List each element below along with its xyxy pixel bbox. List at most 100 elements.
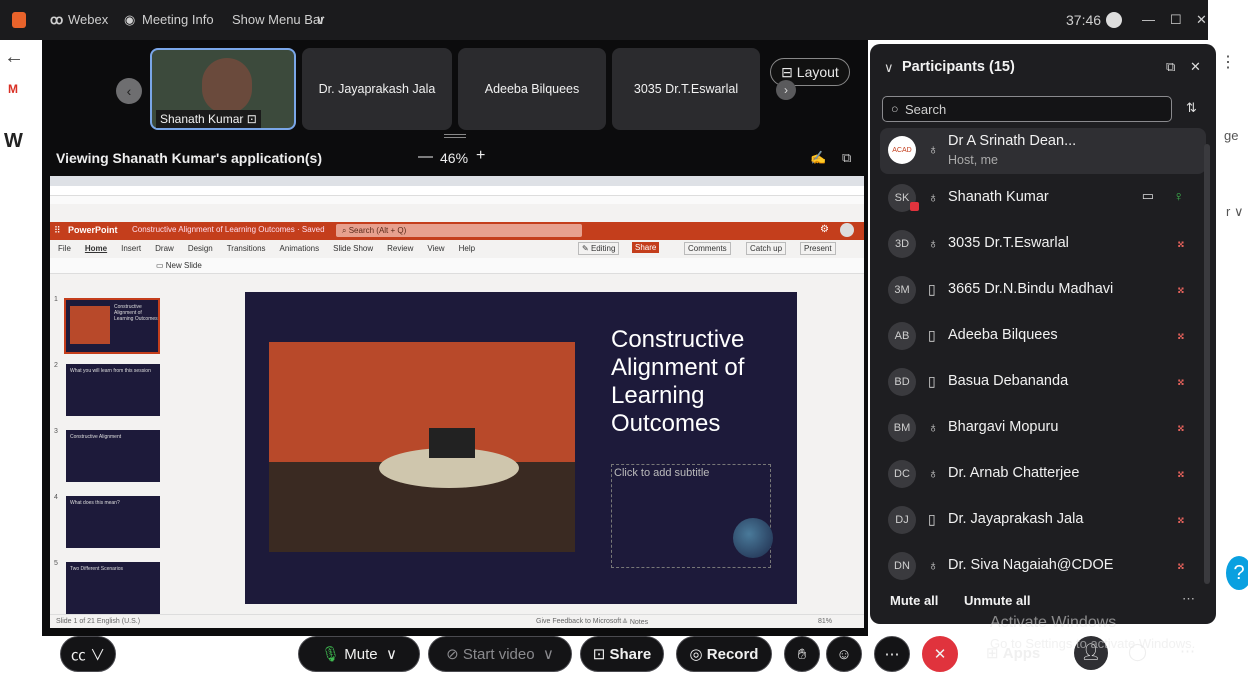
slide-thumbnail[interactable]: What you will learn from this session xyxy=(66,364,160,416)
participant-row[interactable]: SK ♁ Shanath Kumar ▭ ♀ xyxy=(880,176,1206,220)
participant-row[interactable]: 3D ♁ 3035 Dr.T.Eswarlal 𝄪 xyxy=(880,222,1206,266)
comments-label: Comments xyxy=(688,244,727,253)
meeting-timer: 37:46 xyxy=(1066,12,1102,28)
tab-transitions[interactable]: Transitions xyxy=(227,244,266,253)
participant-name: Dr. Siva Nagaiah@CDOE xyxy=(948,557,1114,573)
zoom-in-button[interactable]: + xyxy=(476,147,485,165)
participant-search-input[interactable]: ○ Search xyxy=(882,96,1172,122)
participant-video xyxy=(202,58,252,114)
headset-icon: ♁ xyxy=(928,465,939,481)
participant-role: Host, me xyxy=(948,153,999,167)
menu-dots-icon[interactable]: ⋮ xyxy=(1220,52,1236,72)
settings-icon[interactable]: ⚙ xyxy=(820,224,829,235)
minimize-icon[interactable]: — xyxy=(1142,12,1155,27)
present-button[interactable]: Present xyxy=(800,242,836,255)
collapse-chevron-icon[interactable]: ∨ xyxy=(884,60,894,76)
participant-row[interactable]: BM ♁ Bhargavi Mopuru 𝄪 xyxy=(880,406,1206,450)
participants-title: Participants (15) xyxy=(902,59,1015,75)
tab-review[interactable]: Review xyxy=(387,244,413,253)
thumb-number: 4 xyxy=(54,494,58,501)
ppt-share-button[interactable]: Share xyxy=(632,242,660,253)
raise-hand-button[interactable]: ✋︎ xyxy=(784,636,820,672)
zoom-out-button[interactable]: — xyxy=(418,148,433,165)
participant-name: 3035 Dr.T.Eswarlal xyxy=(948,235,1069,251)
reactions-button[interactable]: ☺ xyxy=(826,636,862,672)
more-options-icon[interactable]: ⋯ xyxy=(1182,591,1195,607)
tab-home[interactable]: Home xyxy=(85,244,107,253)
close-icon[interactable]: ✕ xyxy=(1196,12,1207,28)
participant-row[interactable]: 3M ▯ 3665 Dr.N.Bindu Madhavi 𝄪 xyxy=(880,268,1206,312)
pop-out-icon[interactable]: ⧉ xyxy=(842,150,851,166)
comments-button[interactable]: Comments xyxy=(684,242,731,255)
meeting-info-button[interactable]: Meeting Info xyxy=(142,12,214,27)
feedback-link[interactable]: Give Feedback to Microsoft xyxy=(536,618,621,625)
avatar: AB xyxy=(888,322,916,350)
ppt-avatar[interactable] xyxy=(840,223,854,237)
new-slide-button[interactable]: ▭ New Slide xyxy=(156,261,202,270)
tab-design[interactable]: Design xyxy=(188,244,213,253)
laptop-shape xyxy=(429,428,475,458)
close-panel-icon[interactable]: ✕ xyxy=(1190,59,1201,75)
tab-draw[interactable]: Draw xyxy=(155,244,174,253)
captions-button[interactable]: ㏄ ∨ xyxy=(60,636,116,672)
catch-up-label: Catch up xyxy=(750,244,783,253)
unmute-all-button[interactable]: Unmute all xyxy=(964,593,1030,608)
tab-insert[interactable]: Insert xyxy=(121,244,141,253)
annotate-icon[interactable]: ✍ xyxy=(810,150,826,166)
thumbnail-pane: 1 Constructive Alignment of Learning Out… xyxy=(50,288,180,614)
shared-screen: ⠿ PowerPoint Constructive Alignment of L… xyxy=(50,176,864,628)
webex-titlebar: ꝏ Webex ◉ Meeting Info Show Menu Bar ∨ 3… xyxy=(0,0,1208,40)
start-video-button[interactable]: ⊘ Start video ∨ xyxy=(428,636,572,672)
slide-title[interactable]: Constructive Alignment of Learning Outco… xyxy=(611,326,791,438)
video-tile-shanath[interactable]: Shanath Kumar ⊡ xyxy=(150,48,296,130)
editing-label: Editing xyxy=(590,244,616,253)
participant-row[interactable]: ACAD ♁ Dr A Srinath Dean... Host, me xyxy=(880,128,1206,174)
participant-name: Dr A Srinath Dean... xyxy=(948,133,1077,149)
more-button[interactable]: ⋯ xyxy=(874,636,910,672)
tab-view[interactable]: View xyxy=(427,244,444,253)
show-menu-bar-button[interactable]: Show Menu Bar xyxy=(232,12,325,27)
participant-row[interactable]: DN ♁ Dr. Siva Nagaiah@CDOE 𝄪 xyxy=(880,544,1206,588)
maximize-icon[interactable]: ☐ xyxy=(1170,12,1182,28)
notes-button[interactable]: ≙ Notes xyxy=(622,618,648,626)
mute-all-button[interactable]: Mute all xyxy=(890,593,938,608)
help-bubble-icon[interactable]: ? xyxy=(1226,556,1248,590)
panel-scrollbar[interactable] xyxy=(1204,144,1210,584)
mute-button[interactable]: 🎙︎ Mute ∨ xyxy=(298,636,420,672)
app-launcher-icon[interactable]: ⠿ xyxy=(54,225,61,236)
back-arrow-icon[interactable]: ← xyxy=(4,46,24,69)
record-label: Record xyxy=(706,645,759,663)
tab-help[interactable]: Help xyxy=(459,244,475,253)
filmstrip-next-button[interactable]: › xyxy=(776,80,796,100)
ppt-doc-title[interactable]: Constructive Alignment of Learning Outco… xyxy=(132,225,325,234)
slide-thumbnail[interactable]: What does this mean? xyxy=(66,496,160,548)
slide-thumbnail[interactable]: Constructive Alignment xyxy=(66,430,160,482)
participant-row[interactable]: DC ♁ Dr. Arnab Chatterjee 𝄪 xyxy=(880,452,1206,496)
notes-label: Notes xyxy=(629,619,649,626)
tab-file[interactable]: File xyxy=(58,244,71,253)
participant-row[interactable]: BD ▯ Basua Debananda 𝄪 xyxy=(880,360,1206,404)
ppt-header: ⠿ PowerPoint Constructive Alignment of L… xyxy=(50,222,864,240)
main-slide[interactable]: Constructive Alignment of Learning Outco… xyxy=(245,292,797,604)
resize-handle[interactable] xyxy=(444,134,466,138)
video-tile-eswarlal[interactable]: 3035 Dr.T.Eswarlal xyxy=(612,48,760,130)
popout-panel-icon[interactable]: ⧉ xyxy=(1166,59,1175,75)
slide-thumbnail[interactable]: Two Different Scenarios xyxy=(66,562,160,614)
headset-icon: ♁ xyxy=(928,189,939,205)
sort-icon[interactable]: ⇅ xyxy=(1186,100,1197,116)
leave-meeting-button[interactable]: ✕ xyxy=(922,636,958,672)
record-button[interactable]: ◎ Record xyxy=(676,636,772,672)
share-button[interactable]: ⊡ Share xyxy=(580,636,664,672)
participant-row[interactable]: AB ▯ Adeeba Bilquees 𝄪 xyxy=(880,314,1206,358)
catch-up-button[interactable]: Catch up xyxy=(746,242,787,255)
chevron-down-icon[interactable]: ∨ xyxy=(316,12,326,28)
ppt-search-box[interactable]: ⌕ Search (Alt + Q) xyxy=(336,224,582,237)
filmstrip-prev-button[interactable]: ‹ xyxy=(116,78,142,104)
video-tile-jayaprakash[interactable]: Dr. Jayaprakash Jala xyxy=(302,48,452,130)
video-tile-adeeba[interactable]: Adeeba Bilquees xyxy=(458,48,606,130)
tab-slide-show[interactable]: Slide Show xyxy=(333,244,373,253)
editing-button[interactable]: ✎ Editing xyxy=(578,242,620,255)
tab-animations[interactable]: Animations xyxy=(280,244,320,253)
participant-row[interactable]: DJ ▯ Dr. Jayaprakash Jala 𝄪 xyxy=(880,498,1206,542)
slide-thumbnail[interactable]: Constructive Alignment of Learning Outco… xyxy=(64,298,160,354)
